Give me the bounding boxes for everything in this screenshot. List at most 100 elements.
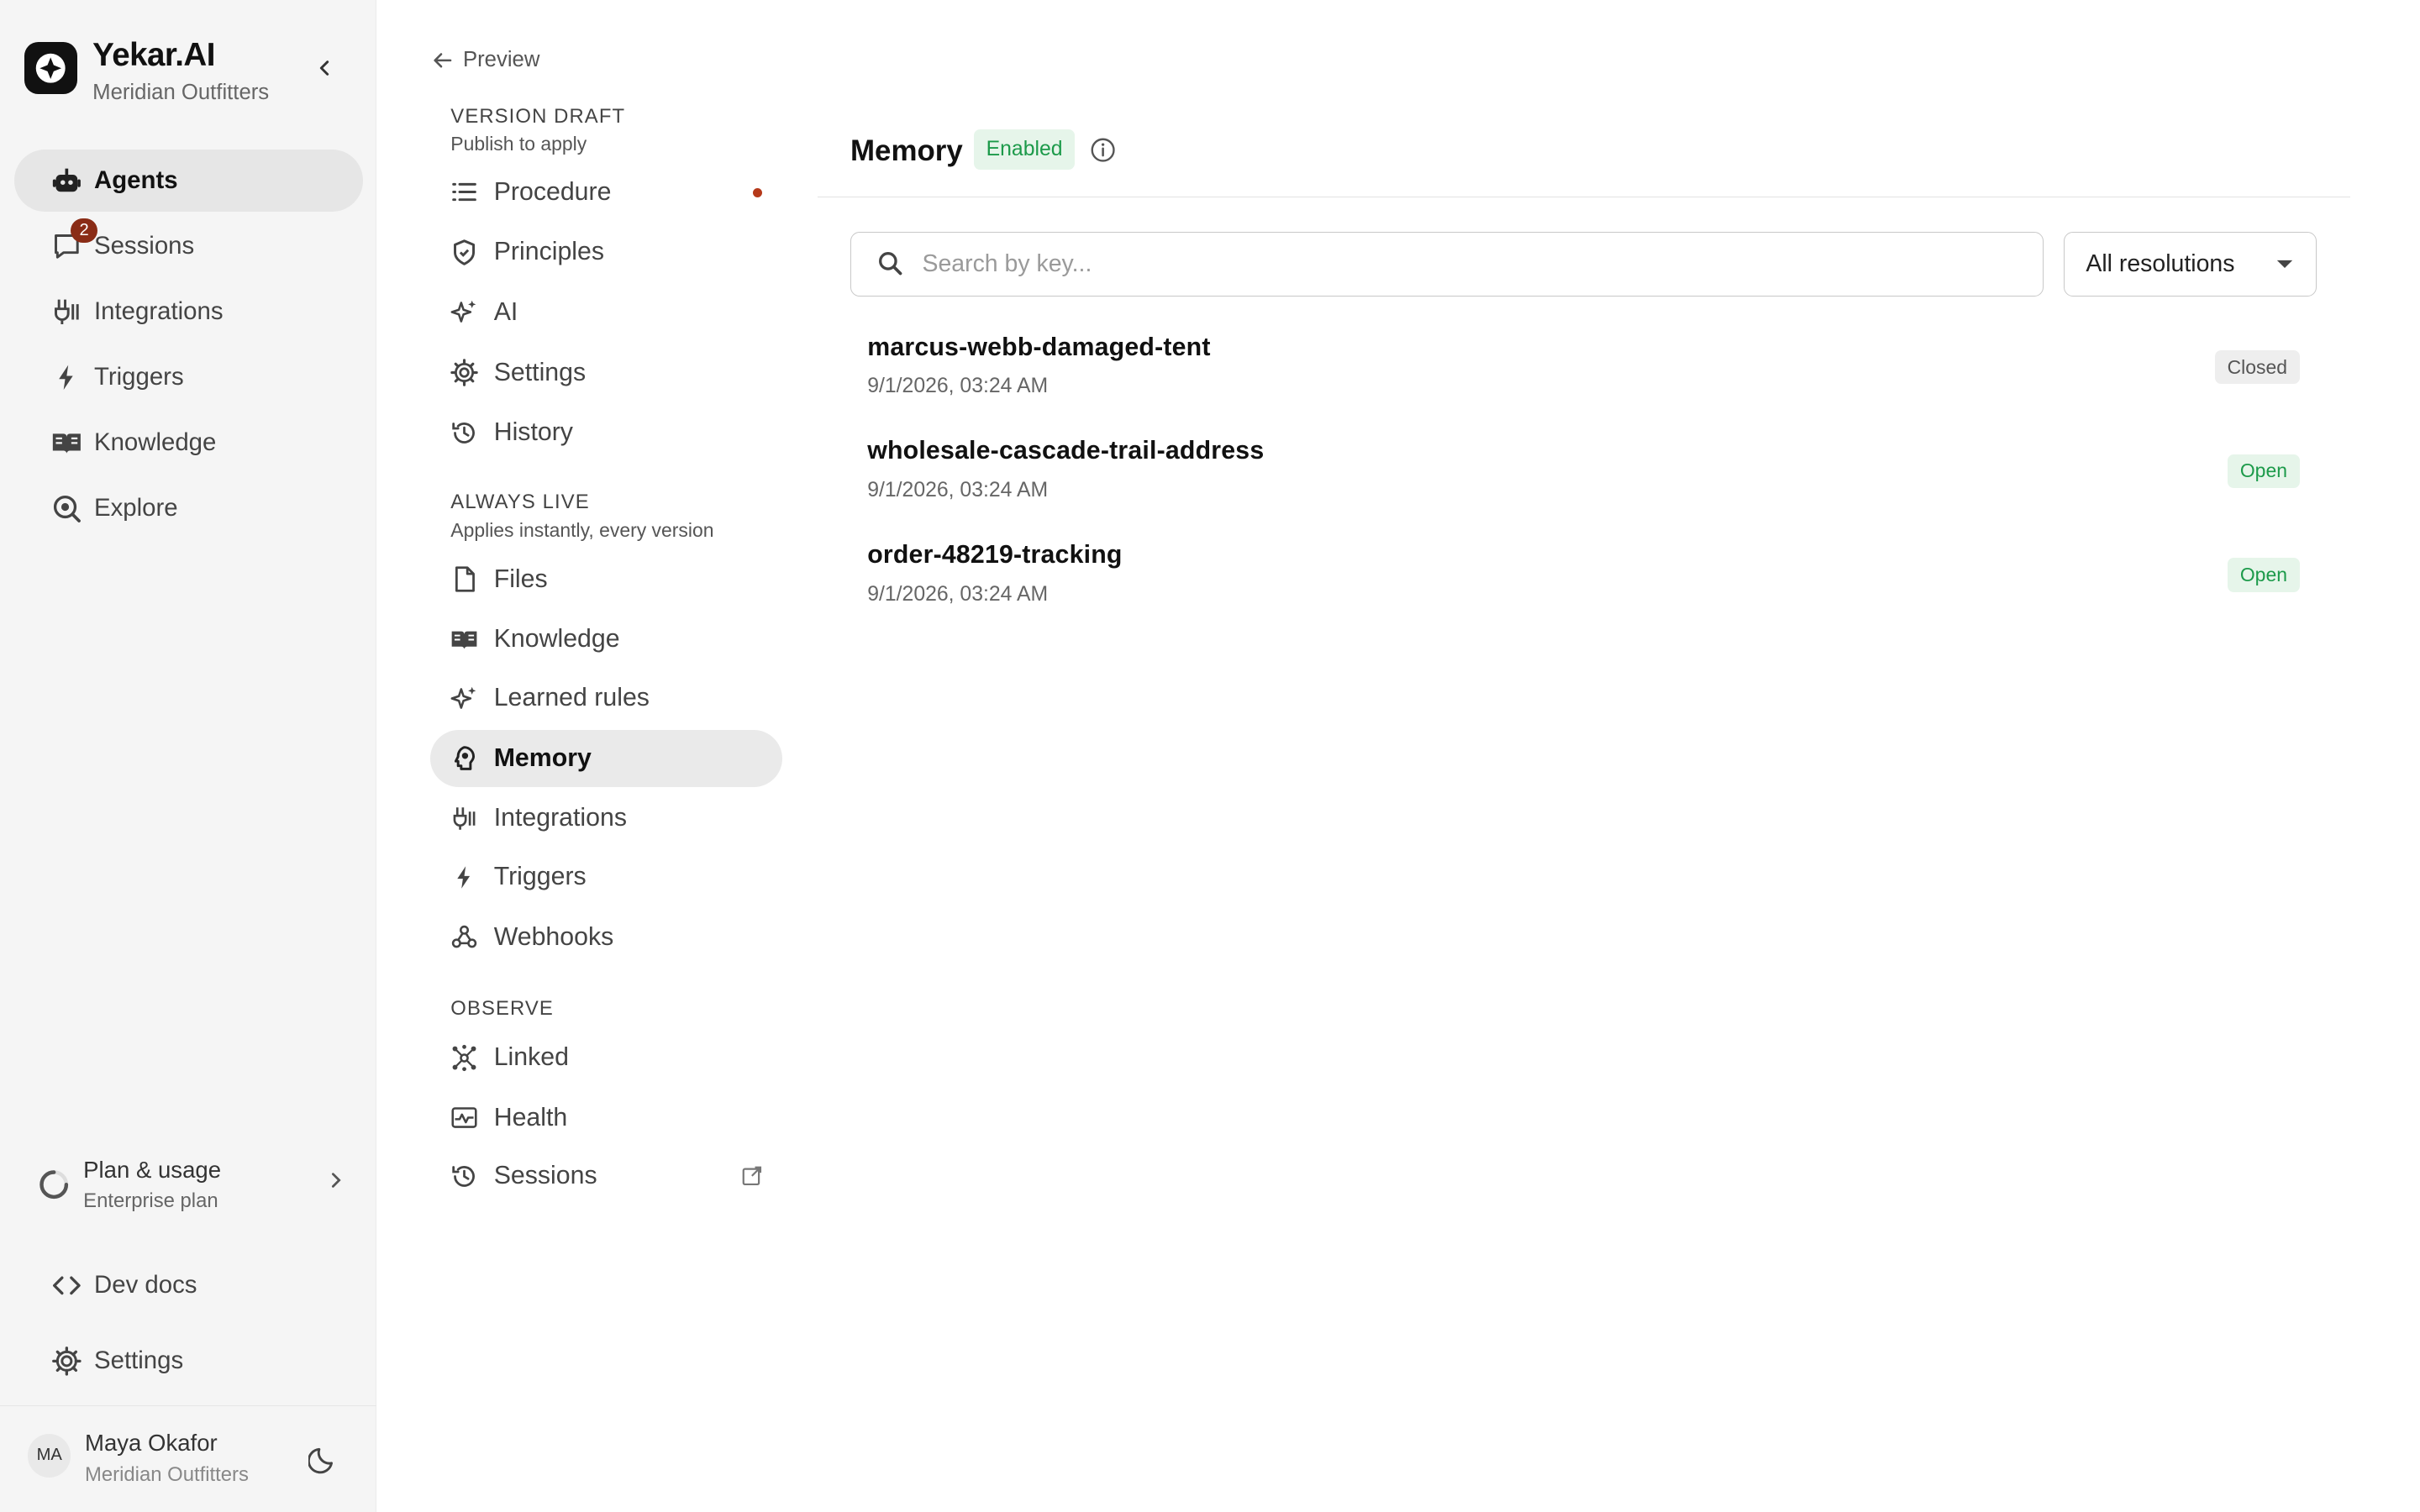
subnav-item-triggers[interactable]: Triggers (430, 848, 782, 906)
app-sidebar: Yekar.AI Meridian Outfitters Agents 2 Se… (0, 0, 377, 1512)
external-link-icon (742, 1166, 761, 1185)
nav-item-integrations[interactable]: Integrations (14, 281, 363, 342)
page-title: Memory (850, 134, 963, 167)
subnav-label: Files (493, 564, 548, 593)
search-icon (879, 252, 902, 276)
resolution-badge: Open (2228, 558, 2300, 592)
subnav-item-learned-rules[interactable]: Learned rules (430, 669, 782, 727)
info-icon[interactable] (1090, 137, 1116, 163)
history-icon (449, 1161, 480, 1192)
subnav-item-history[interactable]: History (430, 404, 782, 461)
sparkles-icon (449, 683, 480, 714)
list-item[interactable]: wholesale-cascade-trail-address 9/1/2026… (850, 417, 2317, 521)
arrow-left-icon (434, 52, 452, 68)
network-icon (449, 1042, 480, 1074)
settings-link[interactable]: Settings (50, 1344, 183, 1378)
subnav-item-webhooks[interactable]: Webhooks (430, 909, 782, 966)
subnav-item-memory[interactable]: Memory (430, 729, 783, 787)
nav-item-agents[interactable]: Agents (13, 150, 363, 212)
memory-key: marcus-webb-damaged-tent (867, 333, 1211, 361)
search-input[interactable] (922, 249, 1972, 278)
subnav-item-ai[interactable]: AI (430, 284, 782, 341)
chevron-left-icon (319, 60, 329, 76)
subnav-label: Linked (493, 1043, 569, 1072)
settings-label: Settings (94, 1346, 184, 1374)
nav-item-triggers[interactable]: Triggers (14, 346, 363, 407)
unsaved-changes-dot (753, 188, 763, 198)
history-icon (449, 417, 480, 449)
nav-item-sessions[interactable]: 2 Sessions (14, 215, 363, 276)
search-box (850, 231, 2044, 297)
plan-title: Plan & usage (83, 1156, 222, 1183)
nav-item-label: Sessions (94, 231, 195, 260)
memory-key: wholesale-cascade-trail-address (867, 437, 1265, 465)
page-header: Memory Enabled (818, 108, 2351, 198)
memory-list: marcus-webb-damaged-tent 9/1/2026, 03:24… (850, 313, 2317, 625)
dev-docs-link[interactable]: Dev docs (50, 1268, 197, 1302)
subnav-label: Triggers (493, 863, 587, 891)
subnav-item-integrations[interactable]: Integrations (430, 790, 782, 847)
back-label: Preview (462, 47, 540, 71)
subnav-item-procedure[interactable]: Procedure (430, 164, 782, 221)
gear-icon (50, 1344, 83, 1378)
subnav-label: Integrations (493, 804, 628, 832)
memory-timestamp: 9/1/2026, 03:24 AM (867, 478, 1049, 501)
webhook-icon (449, 921, 480, 953)
subnav-label: AI (493, 297, 518, 326)
section-title: ALWAYS LIVE (450, 491, 590, 514)
subnav-label: Memory (493, 743, 592, 772)
main-nav: Agents 2 Sessions Integrations Triggers (13, 150, 363, 543)
brand: Yekar.AI Meridian Outfitters (24, 37, 269, 104)
collapse-sidebar-button[interactable] (308, 52, 339, 83)
dev-docs-label: Dev docs (94, 1270, 197, 1299)
plug-icon (449, 803, 480, 834)
resolution-badge: Open (2228, 454, 2300, 488)
moon-icon[interactable] (308, 1443, 339, 1474)
memory-panel: Memory Enabled All resolutions marcus-we… (818, 0, 2351, 1512)
nav-item-explore[interactable]: Explore (14, 477, 363, 538)
nav-item-label: Triggers (94, 362, 184, 391)
nav-item-knowledge[interactable]: Knowledge (14, 412, 363, 473)
subnav-label: Procedure (493, 177, 612, 206)
resolution-filter-select[interactable]: All resolutions (2063, 231, 2317, 297)
plan-usage-button[interactable]: Plan & usage Enterprise plan (37, 1149, 345, 1220)
subnav-label: Settings (493, 358, 587, 386)
memory-key: order-48219-tracking (867, 540, 1123, 569)
subnav-item-health[interactable]: Health (430, 1089, 782, 1147)
section-subtitle: Applies instantly, every version (450, 518, 714, 541)
subnav-label: Webhooks (493, 922, 614, 951)
subnav-item-knowledge[interactable]: Knowledge (430, 611, 782, 668)
nav-item-label: Knowledge (94, 428, 217, 456)
back-to-preview-link[interactable]: Preview (432, 48, 539, 72)
subnav-item-linked[interactable]: Linked (430, 1029, 782, 1086)
subnav-item-principles[interactable]: Principles (430, 223, 782, 281)
subnav-label: History (493, 418, 573, 447)
section-always-live: ALWAYS LIVE Applies instantly, every ver… (450, 491, 713, 542)
nav-item-label: Integrations (94, 297, 224, 325)
list-item[interactable]: marcus-webb-damaged-tent 9/1/2026, 03:24… (850, 313, 2317, 417)
brand-name: Yekar.AI (92, 37, 215, 74)
gear-icon (449, 357, 480, 388)
user-profile[interactable]: MA Maya Okafor Meridian Outfitters (0, 1405, 377, 1512)
avatar: MA (28, 1434, 71, 1478)
shield-check-icon (449, 237, 480, 268)
chevron-right-icon (332, 1173, 342, 1188)
user-org: Meridian Outfitters (85, 1463, 249, 1487)
robot-icon (50, 164, 83, 197)
section-title: OBSERVE (450, 996, 554, 1020)
brand-logo-icon (24, 41, 77, 95)
agent-subnav: Preview VERSION DRAFT Publish to apply P… (376, 0, 818, 1512)
health-monitor-icon (449, 1102, 480, 1133)
subnav-label: Principles (493, 238, 605, 266)
list-item[interactable]: order-48219-tracking 9/1/2026, 03:24 AM … (850, 521, 2317, 625)
subnav-item-settings[interactable]: Settings (430, 344, 782, 402)
file-icon (449, 564, 480, 595)
nav-item-label: Explore (94, 494, 178, 522)
user-name: Maya Okafor (85, 1429, 218, 1456)
section-title: VERSION DRAFT (450, 104, 626, 128)
status-badge: Enabled (973, 129, 1076, 171)
section-version-draft: VERSION DRAFT Publish to apply (450, 105, 625, 156)
subnav-item-sessions[interactable]: Sessions (430, 1148, 782, 1205)
book-icon (449, 624, 480, 655)
subnav-item-files[interactable]: Files (430, 551, 782, 608)
